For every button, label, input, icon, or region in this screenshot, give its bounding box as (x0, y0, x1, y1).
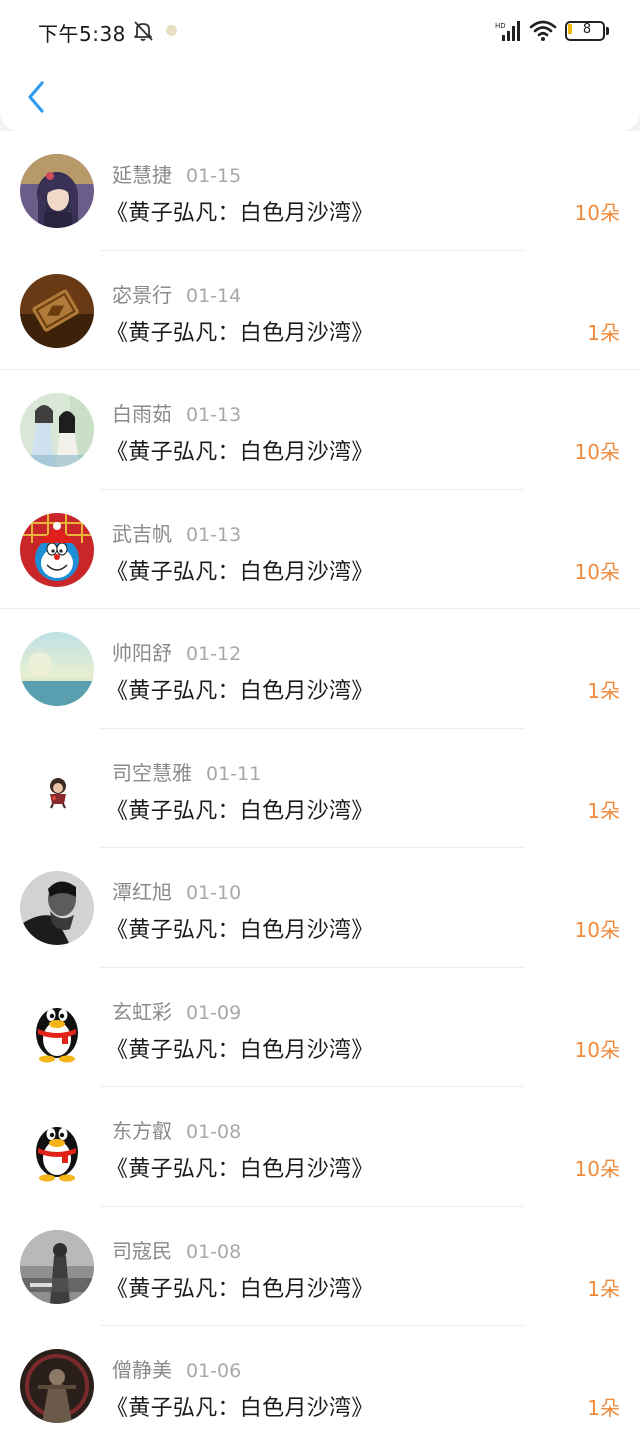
gift-date: 01-13 (186, 523, 242, 546)
list-item[interactable]: 宓景行 01-14 《黄子弘凡：白色月沙湾》 1朵 (0, 250, 640, 370)
book-title: 《黄子弘凡：白色月沙湾》 (106, 559, 374, 585)
status-time: 下午5:38 (38, 22, 126, 46)
flower-count: 10朵 (574, 1157, 620, 1181)
flower-count: 10朵 (574, 559, 620, 584)
flower-count: 1朵 (587, 1396, 620, 1420)
qq-penguin-avatar (20, 990, 94, 1065)
gift-date: 01-10 (186, 882, 242, 904)
anime-girl-avatar (20, 154, 94, 228)
gift-date: 01-08 (186, 1121, 242, 1143)
gift-date: 01-14 (186, 284, 242, 307)
book-title: 《黄子弘凡：白色月沙湾》 (106, 1037, 374, 1063)
book-title: 《黄子弘凡：白色月沙湾》 (106, 320, 374, 346)
flower-count: 10朵 (574, 1037, 620, 1062)
svg-text:HD: HD (495, 22, 506, 30)
list-item[interactable]: 僧静美 01-06 《黄子弘凡：白色月沙湾》 1朵 (0, 1326, 640, 1446)
book-title: 《黄子弘凡：白色月沙湾》 (106, 798, 374, 824)
chevron-left-icon (28, 81, 44, 113)
list-item[interactable]: 帅阳舒 01-12 《黄子弘凡：白色月沙湾》 1朵 (0, 609, 640, 729)
wifi-icon (529, 20, 557, 41)
signal-hd-icon: HD (495, 21, 520, 41)
book-title: 《黄子弘凡：白色月沙湾》 (106, 1396, 374, 1421)
list-item[interactable]: 潭红旭 01-10 《黄子弘凡：白色月沙湾》 10朵 (0, 848, 640, 968)
user-name: 僧静美 01-06 (112, 1358, 242, 1382)
list-item[interactable]: 玄虹彩 01-09 《黄子弘凡：白色月沙湾》 10朵 (0, 967, 640, 1087)
gift-date: 01-12 (186, 643, 242, 665)
book-title: 《黄子弘凡：白色月沙湾》 (106, 1157, 374, 1182)
mute-bell-icon (134, 21, 153, 41)
notification-dot (166, 25, 177, 36)
book-title: 《黄子弘凡：白色月沙湾》 (106, 918, 374, 943)
gift-date: 01-15 (186, 165, 242, 187)
user-name: 白雨茹 01-13 (112, 402, 242, 426)
book-title: 《黄子弘凡：白色月沙湾》 (106, 440, 374, 465)
ancient-couple-avatar (20, 393, 94, 467)
book-title: 《黄子弘凡：白色月沙湾》 (106, 201, 374, 226)
flower-count: 1朵 (587, 679, 620, 703)
gift-date: 01-06 (186, 1360, 242, 1382)
flower-count: 10朵 (574, 918, 620, 942)
doraemon-avatar (20, 512, 94, 587)
list-item[interactable]: 司空慧雅 01-11 《黄子弘凡：白色月沙湾》 1朵 (0, 728, 640, 848)
seascape-avatar (20, 632, 94, 706)
gift-date: 01-09 (186, 1001, 242, 1024)
battery-level: 8 (582, 22, 592, 37)
flower-count: 1朵 (587, 798, 620, 823)
bw-portrait-avatar (20, 871, 94, 945)
battery-icon: 8 (565, 21, 609, 41)
list-item[interactable]: 武吉帆 01-13 《黄子弘凡：白色月沙湾》 10朵 (0, 489, 640, 609)
gift-date: 01-11 (206, 762, 262, 785)
user-name: 帅阳舒 01-12 (112, 641, 242, 665)
stamp-seal-avatar (20, 273, 94, 348)
back-button[interactable] (18, 74, 58, 118)
list-item[interactable]: 司寇民 01-08 《黄子弘凡：白色月沙湾》 1朵 (0, 1206, 640, 1326)
user-name: 宓景行 01-14 (112, 282, 242, 307)
user-name: 延慧捷 01-15 (112, 163, 242, 187)
flower-count: 1朵 (587, 320, 620, 345)
qq-penguin-avatar (20, 1110, 94, 1184)
dark-figure-avatar (20, 1349, 94, 1423)
user-name: 东方叡 01-08 (112, 1119, 242, 1143)
gray-photo-avatar (20, 1229, 94, 1304)
flower-count: 10朵 (574, 201, 620, 225)
list-item[interactable]: 延慧捷 01-15 《黄子弘凡：白色月沙湾》 10朵 (0, 131, 640, 251)
flower-count: 10朵 (574, 440, 620, 464)
small-doll-avatar (20, 751, 94, 826)
user-name: 潭红旭 01-10 (112, 880, 242, 904)
flower-count: 1朵 (587, 1276, 620, 1301)
top-header: 下午5:38 HD 8 (0, 0, 640, 131)
user-name: 司空慧雅 01-11 (112, 760, 262, 785)
gift-date: 01-13 (186, 404, 242, 426)
list-item[interactable]: 东方叡 01-08 《黄子弘凡：白色月沙湾》 10朵 (0, 1087, 640, 1207)
book-title: 《黄子弘凡：白色月沙湾》 (106, 679, 374, 704)
status-bar: 下午5:38 HD 8 (0, 0, 640, 62)
user-name: 武吉帆 01-13 (112, 521, 242, 546)
gift-date: 01-08 (186, 1240, 242, 1263)
list-item[interactable]: 白雨茹 01-13 《黄子弘凡：白色月沙湾》 10朵 (0, 370, 640, 490)
user-name: 玄虹彩 01-09 (112, 999, 242, 1024)
book-title: 《黄子弘凡：白色月沙湾》 (106, 1276, 374, 1302)
user-name: 司寇民 01-08 (112, 1238, 242, 1263)
